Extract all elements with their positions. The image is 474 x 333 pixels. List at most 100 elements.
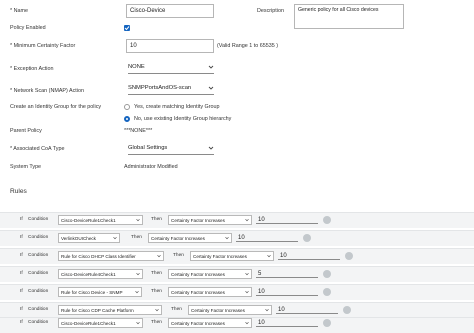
chevron-down-icon — [245, 290, 249, 294]
chevron-down-icon — [208, 86, 214, 90]
rule-condition-dropdown[interactable]: Rule for Cisco CDP Cache Platform — [58, 305, 162, 315]
rule-action-dropdown[interactable]: Certainty Factor Increases — [168, 287, 252, 297]
chevron-down-icon — [136, 321, 140, 325]
rules-title: Rules — [10, 188, 27, 195]
rule-condition-label: Condition — [28, 307, 49, 312]
gear-icon[interactable] — [343, 306, 351, 314]
nmap-action-label: * Network Scan (NMAP) Action — [10, 88, 84, 94]
rule-row: If Condition VerlinkOUICheck Then Certai… — [0, 230, 474, 246]
name-input[interactable]: Cisco-Device — [126, 4, 214, 18]
description-textarea[interactable]: Generic policy for all Cisco devices — [294, 4, 404, 29]
chevron-down-icon — [208, 65, 214, 69]
rule-value-input[interactable]: 10 — [236, 233, 298, 242]
system-type-value: Administrator Modified — [124, 164, 178, 170]
system-type-label: System Type — [10, 164, 42, 170]
exception-action-label: * Exception Action — [10, 66, 54, 72]
rule-action-value: Certainty Factor Increases — [151, 235, 205, 241]
rule-row: If Condition Rule for Cisco CDP Cache Pl… — [0, 302, 474, 318]
rule-action-dropdown[interactable]: Certainty Factor Increases — [190, 251, 274, 261]
rule-value-input[interactable]: 10 — [276, 305, 338, 314]
rule-then-label: Then — [131, 235, 142, 240]
identity-yes-radio[interactable] — [124, 104, 130, 110]
min-cf-input[interactable]: 10 — [126, 39, 214, 53]
rule-condition-dropdown[interactable]: Rule for Cisco DHCP Class Identifier — [58, 251, 164, 261]
exception-action-value: NONE — [128, 64, 145, 70]
min-cf-label: * Minimum Certainty Factor — [10, 43, 76, 49]
rule-condition-dropdown[interactable]: Cisco-DeviceRule4Check1 — [58, 269, 143, 279]
gear-icon[interactable] — [323, 270, 331, 278]
name-label: * Name — [10, 8, 28, 14]
rule-condition-dropdown[interactable]: VerlinkOUICheck — [58, 233, 120, 243]
rule-condition-dropdown[interactable]: Cisco-DeviceRule1Check1 — [58, 318, 143, 328]
gear-icon[interactable] — [323, 288, 331, 296]
nmap-action-dropdown[interactable]: SNMPPortsAndOS-scan — [128, 82, 214, 95]
chevron-down-icon — [265, 308, 269, 312]
rule-row: If Condition Cisco-DeviceRule1Check1 The… — [0, 212, 474, 228]
rule-if-label: If — [20, 320, 23, 325]
policy-enabled-checkbox[interactable] — [124, 25, 130, 31]
rule-if-label: If — [20, 217, 23, 222]
rule-value-input[interactable]: 10 — [256, 318, 318, 327]
rule-value-input[interactable]: 10 — [256, 287, 318, 296]
gear-icon[interactable] — [323, 216, 331, 224]
chevron-down-icon — [245, 272, 249, 276]
identity-yes-label: Yes, create matching Identity Group — [134, 104, 220, 110]
chevron-down-icon — [267, 254, 271, 258]
description-label: Description — [257, 8, 284, 14]
coa-type-value: Global Settings — [128, 145, 168, 151]
coa-type-dropdown[interactable]: Global Settings — [128, 142, 214, 155]
rule-action-dropdown[interactable]: Certainty Factor Increases — [188, 305, 272, 315]
rule-then-label: Then — [151, 217, 162, 222]
rule-action-value: Certainty Factor Increases — [171, 289, 225, 295]
rule-condition-value: Rule for Cisco Device - SNMP — [61, 289, 123, 295]
rule-action-dropdown[interactable]: Certainty Factor Increases — [168, 269, 252, 279]
rule-row: If Condition Rule for Cisco Device - SNM… — [0, 284, 474, 300]
checkmark-icon — [124, 26, 130, 31]
rule-condition-value: Cisco-DeviceRule4Check1 — [61, 271, 116, 277]
rule-if-label: If — [20, 271, 23, 276]
rule-row: If Condition Cisco-DeviceRule4Check1 The… — [0, 266, 474, 282]
chevron-down-icon — [157, 254, 161, 258]
rule-value-input[interactable]: 5 — [256, 269, 318, 278]
chevron-down-icon — [113, 236, 117, 240]
identity-no-radio[interactable] — [124, 116, 130, 122]
min-cf-hint: (Valid Range 1 to 65535 ) — [217, 43, 279, 49]
chevron-down-icon — [136, 272, 140, 276]
rule-condition-value: VerlinkOUICheck — [61, 235, 96, 241]
rule-then-label: Then — [173, 253, 184, 258]
identity-group-label: Create an Identity Group for the policy — [10, 104, 102, 110]
rule-action-value: Certainty Factor Increases — [171, 217, 225, 223]
coa-type-label: * Associated CoA Type — [10, 146, 65, 152]
rule-action-dropdown[interactable]: Certainty Factor Increases — [168, 215, 252, 225]
rule-action-dropdown[interactable]: Certainty Factor Increases — [148, 233, 232, 243]
rule-condition-dropdown[interactable]: Cisco-DeviceRule1Check1 — [58, 215, 143, 225]
rule-row: If Condition Cisco-DeviceRule1Check1 The… — [0, 317, 474, 333]
rule-if-label: If — [20, 235, 23, 240]
rule-then-label: Then — [151, 320, 162, 325]
exception-action-dropdown[interactable]: NONE — [128, 61, 214, 74]
rule-condition-label: Condition — [28, 271, 49, 276]
rule-condition-value: Rule for Cisco CDP Cache Platform — [61, 307, 134, 313]
rule-condition-value: Cisco-DeviceRule1Check1 — [61, 217, 116, 223]
rule-then-label: Then — [151, 271, 162, 276]
rule-value-input[interactable]: 10 — [256, 215, 318, 224]
gear-icon[interactable] — [323, 319, 331, 327]
rule-action-value: Certainty Factor Increases — [171, 271, 225, 277]
policy-enabled-label: Policy Enabled — [10, 25, 46, 31]
rule-condition-label: Condition — [28, 235, 49, 240]
rule-condition-value: Cisco-DeviceRule1Check1 — [61, 320, 116, 326]
rule-value-input[interactable]: 10 — [278, 251, 340, 260]
chevron-down-icon — [245, 321, 249, 325]
rule-action-value: Certainty Factor Increases — [171, 320, 225, 326]
profiler-policy-page: { "form": { "name_label": "* Name", "nam… — [0, 0, 474, 333]
rule-condition-dropdown[interactable]: Rule for Cisco Device - SNMP — [58, 287, 142, 297]
rule-if-label: If — [20, 289, 23, 294]
rule-if-label: If — [20, 253, 23, 258]
parent-policy-value: ***NONE*** — [124, 128, 153, 134]
rule-action-dropdown[interactable]: Certainty Factor Increases — [168, 318, 252, 328]
chevron-down-icon — [136, 218, 140, 222]
gear-icon[interactable] — [345, 252, 353, 260]
identity-no-label: No, use existing Identity Group hierarch… — [134, 116, 232, 122]
rule-then-label: Then — [151, 289, 162, 294]
gear-icon[interactable] — [303, 234, 311, 242]
